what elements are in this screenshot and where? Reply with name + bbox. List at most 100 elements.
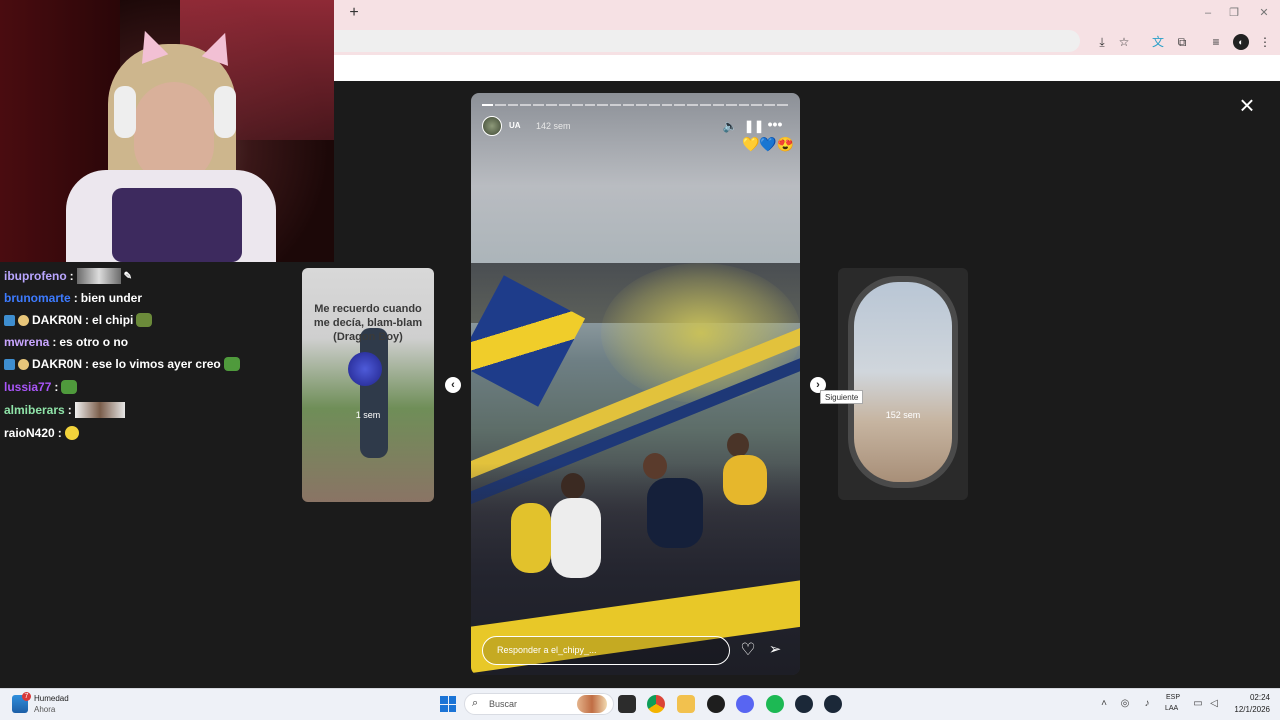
speaker-icon[interactable]: ◁ [1208,698,1220,710]
chat-username: raioN420 [4,426,55,440]
tab-strip [334,0,1280,28]
sub-badge-icon [18,358,29,370]
story-username[interactable]: UA [509,121,521,130]
file-explorer-icon[interactable] [618,695,636,713]
chat-separator: : [69,269,74,283]
chat-message: ibuprofeno : ✎ [4,266,132,286]
discord-icon[interactable] [736,695,754,713]
progress-segment [507,104,519,106]
keyboard-layout[interactable]: LAA [1165,705,1178,712]
search-placeholder: Buscar [489,699,518,709]
microphone-icon[interactable]: ♪ [1141,698,1153,710]
progress-segment [584,104,596,106]
progress-segment [546,104,557,106]
fan-head [643,453,667,479]
restore-button[interactable]: ❐ [1222,5,1246,21]
folder-icon[interactable] [677,695,695,713]
weather-badge: 7 [22,692,31,701]
progress-segment [674,104,686,106]
next-story-card[interactable]: 152 sem [838,268,968,500]
close-window-button[interactable]: ✕ [1252,5,1276,21]
image-emote-icon [76,268,121,284]
webcam-overlay [0,0,334,262]
translate-icon[interactable]: 文 [1150,34,1166,50]
start-button[interactable] [440,696,456,712]
language-indicator[interactable]: ESP [1166,694,1180,701]
sub-badge-icon [18,314,29,326]
chat-text: es otro o no [59,335,129,349]
chat-text: ese lo vimos ayer creo [92,357,221,371]
previous-story-card[interactable]: Me recuerdo cuando me decía, blam-blam (… [302,268,434,502]
chrome-icon[interactable] [647,695,665,713]
media-icon[interactable]: ≡ [1208,34,1224,50]
progress-segment [533,104,545,106]
story-caption: Me recuerdo cuando me decía, blam-blam (… [313,303,423,343]
volume-icon[interactable]: 🔈 [722,118,738,134]
chat-separator: : [85,357,90,371]
more-icon[interactable]: ••• [766,117,784,134]
prime-badge-icon [4,314,15,326]
frog-emote-icon [223,357,240,371]
progress-segment [687,104,699,106]
chat-username: DAKR0N [32,313,83,327]
avatar[interactable] [482,116,502,136]
shirt-print [112,188,242,262]
story-progress [482,104,788,106]
story-time: 142 sem [536,121,571,131]
monitor-icon[interactable]: ▭ [1192,698,1204,710]
progress-segment [571,104,583,106]
fan-body [647,478,703,548]
network-icon[interactable]: ◎ [1119,698,1131,710]
next-tooltip: Siguiente [820,390,864,404]
address-bar[interactable] [334,30,1080,52]
install-icon[interactable]: ⤓ [1094,34,1110,50]
progress-segment [700,104,711,106]
new-tab-button[interactable]: + [346,5,362,21]
progress-segment [635,104,647,106]
story-age: 1 sem [355,410,381,420]
active-story[interactable] [471,93,800,675]
chat-overlay: ibuprofeno : ✎ brunomarte : bien under D… [0,262,300,452]
reply-input[interactable]: Responder a el_chipy_... [482,636,730,665]
steam-icon-2[interactable] [824,695,842,713]
star-icon[interactable]: ☆ [1116,34,1132,50]
app-icon[interactable] [707,695,725,713]
progress-segment [751,104,763,106]
progress-segment [777,104,788,106]
profile-icon[interactable]: ◐ [1233,34,1249,50]
chat-message: lussia77 : [4,377,78,397]
steam-icon[interactable] [795,695,813,713]
clock-time[interactable]: 02:24 [1246,693,1270,702]
send-icon[interactable]: ➢ [765,640,785,660]
story-thumbnail-object [348,352,382,386]
progress-segment [482,104,493,106]
chat-message: mwrena : es otro o no [4,332,128,352]
spotify-icon[interactable] [766,695,784,713]
search-highlight-icon[interactable] [577,695,607,713]
headset-left [114,86,136,138]
menu-icon[interactable]: ⋮ [1257,34,1273,50]
pause-icon[interactable]: ❚❚ [744,118,764,134]
chat-text: el chipi [92,313,134,327]
minimize-button[interactable]: – [1196,5,1220,21]
chat-username: DAKR0N [32,357,83,371]
search-icon: ⌕ [472,697,479,709]
headset-right [214,86,236,138]
progress-segment [558,104,570,106]
weather-title[interactable]: Humedad [34,694,69,703]
puzzle-icon[interactable]: ⧉ [1174,34,1190,50]
heart-icon[interactable]: ♡ [738,640,758,660]
chevron-up-icon[interactable]: ˄ [1098,698,1110,710]
streamer-face [134,82,214,182]
chevron-left-icon[interactable]: ‹ [445,377,461,393]
close-icon[interactable]: × [1236,92,1258,118]
smiley-emote-icon [64,426,79,440]
chat-separator: : [52,335,57,349]
progress-segment [648,104,660,106]
progress-segment [520,104,532,106]
feather-icon: ✎ [123,270,133,282]
chat-message: raioN420 : [4,423,79,443]
chat-message: DAKR0N : el chipi [4,310,153,330]
progress-segment [738,104,750,106]
clock-date[interactable]: 12/1/2026 [1226,705,1270,714]
